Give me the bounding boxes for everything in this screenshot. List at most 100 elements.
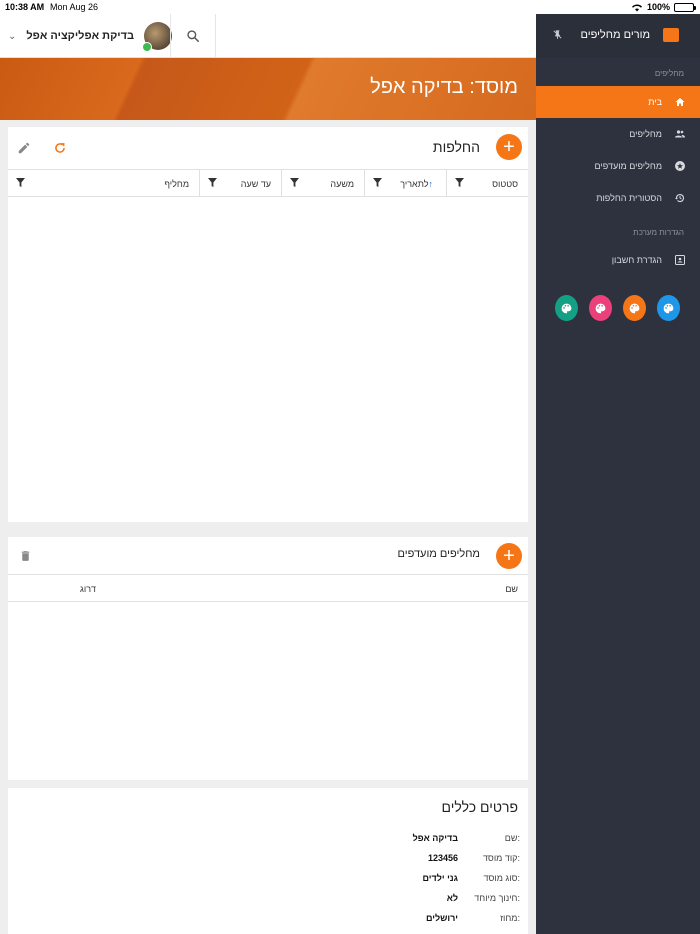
search-icon [187,30,200,43]
column-from-hour[interactable]: משעה [281,170,364,197]
filter-icon[interactable] [290,178,299,187]
column-label: מחליף [164,179,189,189]
detail-value: 123456 [427,853,458,863]
history-icon [675,194,684,203]
avatar[interactable] [142,22,173,52]
search-button[interactable] [170,14,216,58]
sidebar-item-label: הסטורית החלפות [596,193,662,203]
theme-green-button[interactable] [555,295,578,321]
star-icon [675,161,685,171]
preferred-substitutes-card: + מחליפים מועדפים שם דרוג [8,537,528,780]
preferred-table-body [8,602,528,772]
theme-orange-button[interactable] [623,295,646,321]
detail-label: שם: [504,833,520,843]
detail-value: ירושלים [425,913,458,923]
column-label: משעה [330,179,354,189]
status-right: 100% [631,2,696,12]
substitutions-table-header: סטטוס לתאריך↑ משעה עד שעה מחליף [8,169,528,197]
column-name[interactable]: שם [268,575,528,602]
column-label: דרוג [80,584,96,594]
detail-row: סוג מוסד: גני ילדים [422,873,520,883]
detail-row: מחוז: ירושלים [426,913,520,923]
column-to-hour[interactable]: עד שעה [199,170,281,197]
filter-icon[interactable] [16,178,25,187]
column-rating[interactable]: דרוג [8,575,268,602]
sidebar-item-preferred[interactable]: מחליפים מועדפים [536,150,700,182]
theme-pink-button[interactable] [589,295,612,321]
column-status[interactable]: סטטוס [446,170,528,197]
unpin-icon[interactable] [552,28,563,41]
palette-icon [595,303,606,313]
general-details-card: פרטים כללים שם: בדיקה אפל קוד מוסד: 1234… [8,788,528,934]
detail-row: קוד מוסד: 123456 [428,853,520,863]
battery-icon [674,2,696,12]
detail-row: שם: בדיקה אפל [413,833,520,843]
detail-value: לא [446,893,458,903]
sidebar-header: מורים מחליפים [536,14,700,58]
substitutions-card: + החלפות סטטוס לתאריך↑ משעה עד שעה מחליף [8,127,528,522]
sidebar-item-label: בית [648,97,662,107]
detail-label: מחוז: [500,913,520,923]
palette-icon [561,303,572,313]
add-substitution-button[interactable]: + [496,134,522,160]
institution-banner: מוסד: בדיקה אפל [0,58,536,120]
top-bar: ⌄ בדיקת אפליקציה אפל [0,14,536,58]
add-preferred-button[interactable]: + [496,543,522,569]
sidebar-item-label: מחליפים מועדפים [594,161,662,171]
sidebar-item-label: הגדרת חשבון [611,255,662,265]
substitutions-table-body [8,197,528,517]
sidebar-item-home[interactable]: בית [536,86,700,118]
detail-label: חינוך מיוחד: [474,893,520,903]
preferred-table-header: שם דרוג [8,574,528,602]
substitutions-header: + החלפות [8,127,528,169]
sidebar-item-substitutes[interactable]: מחליפים [536,118,700,150]
online-status-icon [142,42,153,52]
column-substitute[interactable]: מחליף [8,170,199,197]
column-label: שם [505,584,518,594]
status-date: Mon Aug 26 [50,2,99,12]
detail-value: גני ילדים [422,873,458,883]
detail-row: חינוך מיוחד: לא [447,893,520,903]
theme-switcher [555,295,680,321]
people-icon [675,130,685,138]
palette-icon [629,303,640,313]
edit-button[interactable] [15,139,33,157]
app-name: מורים מחליפים [580,29,650,41]
filter-icon[interactable] [455,178,464,187]
home-icon [675,98,685,106]
filter-icon[interactable] [373,178,382,187]
account-box-icon [675,255,685,265]
sidebar-item-label: מחליפים [629,129,662,139]
theme-blue-button[interactable] [657,295,680,321]
section-substitutes-label: מחליפים [654,69,684,78]
detail-label: קוד מוסד: [482,853,520,863]
status-time: 10:38 AM [5,2,45,12]
user-menu[interactable]: ⌄ בדיקת אפליקציה אפל [8,20,173,52]
detail-value: בדיקה אפל [412,833,458,843]
substitutions-title: החלפות [432,139,480,155]
column-label: סטטוס [492,179,518,189]
wifi-icon [631,3,642,11]
sidebar-item-account-settings[interactable]: הגדרת חשבון [536,244,700,276]
column-label: לתאריך [400,179,429,189]
preferred-header: + מחליפים מועדפים [8,537,528,574]
refresh-button[interactable] [51,139,69,157]
battery-percent: 100% [646,2,670,12]
app-logo-icon [663,28,679,42]
chevron-down-icon: ⌄ [8,30,17,42]
sidebar-item-history[interactable]: הסטורית החלפות [536,182,700,214]
trash-icon [21,551,29,561]
column-label: עד שעה [240,179,271,189]
page-title: מוסד: בדיקה אפל [370,76,518,98]
detail-label: סוג מוסד: [483,873,520,883]
sort-ascending-icon: ↑ [428,179,434,189]
delete-button[interactable] [16,547,34,565]
refresh-icon [55,142,65,153]
palette-icon [663,303,674,313]
column-date[interactable]: לתאריך↑ [364,170,446,197]
preferred-title: מחליפים מועדפים [397,548,480,560]
filter-icon[interactable] [208,178,217,187]
status-bar: 10:38 AM Mon Aug 26 100% [0,0,700,14]
sidebar: מורים מחליפים מחליפים בית מחליפים מחליפי… [536,14,700,934]
section-settings-label: הגדרות מערכת [633,228,684,237]
